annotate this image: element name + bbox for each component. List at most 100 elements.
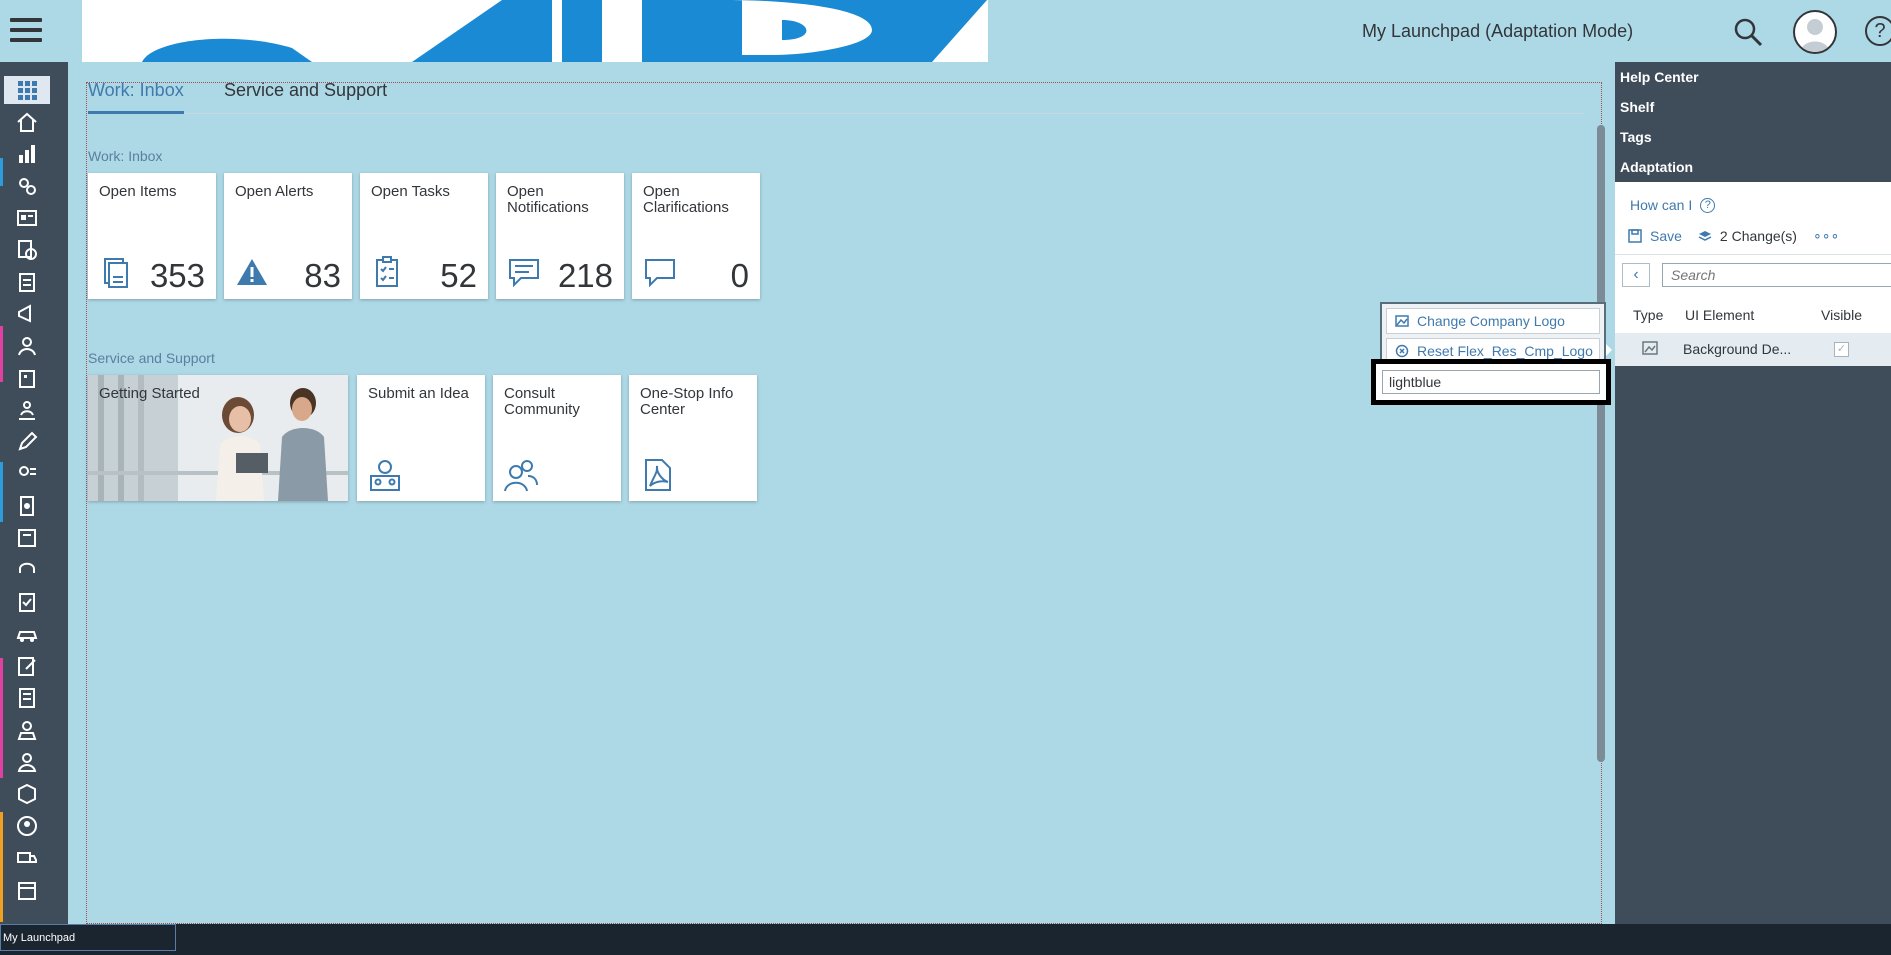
- tile-title: Open Alerts: [235, 183, 314, 200]
- person-icon[interactable]: [4, 332, 50, 360]
- tile-open-tasks[interactable]: Open Tasks 52: [360, 173, 488, 299]
- app-sidebar: [0, 62, 68, 924]
- tile-count: 353: [149, 257, 205, 294]
- visible-checkbox[interactable]: ✓: [1834, 342, 1849, 357]
- change-company-logo-menu-item[interactable]: Change Company Logo: [1386, 308, 1600, 334]
- image-icon: [1642, 341, 1658, 355]
- reset-logo-label: Reset Flex_Res_Cmp_Logo: [1417, 343, 1593, 359]
- employee-icon[interactable]: [4, 716, 50, 744]
- tile-consult-community[interactable]: Consult Community: [493, 375, 621, 501]
- more-options-icon[interactable]: ∘∘∘: [1813, 227, 1839, 244]
- pdf-icon: [645, 459, 671, 491]
- help-center-link[interactable]: Help Center: [1620, 69, 1699, 85]
- column-header-ui-element: UI Element: [1685, 307, 1755, 323]
- save-icon: [1628, 228, 1642, 243]
- checklist-icon[interactable]: [4, 588, 50, 616]
- tile-count: 218: [557, 257, 613, 294]
- truck-icon[interactable]: [4, 844, 50, 872]
- calendar-icon[interactable]: [4, 876, 50, 904]
- search-icon[interactable]: [1733, 17, 1763, 47]
- how-can-i-link[interactable]: How can I ?: [1630, 197, 1716, 213]
- globe-document-icon[interactable]: [4, 236, 50, 264]
- tile-title: Open Items: [99, 183, 177, 200]
- document-money-icon[interactable]: [4, 492, 50, 520]
- apps-grid-icon[interactable]: [4, 76, 50, 104]
- receipt-icon[interactable]: [4, 684, 50, 712]
- tile-open-notifications[interactable]: Open Notifications 218: [496, 173, 624, 299]
- settings-icon[interactable]: [4, 172, 50, 200]
- tile-title: Getting Started: [99, 385, 200, 402]
- help-icon[interactable]: ?: [1865, 16, 1891, 46]
- shelf-link[interactable]: Shelf: [1620, 99, 1654, 115]
- tile-title: Submit an Idea: [368, 385, 469, 402]
- workspace-scrollbar[interactable]: [1597, 125, 1605, 762]
- changes-label: 2 Change(s): [1719, 227, 1797, 244]
- group-icon[interactable]: [4, 396, 50, 424]
- headset-icon[interactable]: [4, 556, 50, 584]
- invoice-icon[interactable]: [4, 524, 50, 552]
- company-logo: [82, 0, 988, 62]
- car-icon[interactable]: [4, 620, 50, 648]
- section-title-work-inbox: Work: Inbox: [88, 148, 163, 164]
- user-avatar-icon[interactable]: [1793, 10, 1837, 54]
- menu-arrow-icon: [1606, 344, 1612, 356]
- tile-one-stop-info[interactable]: One-Stop Info Center: [629, 375, 757, 501]
- how-can-i-label: How can I: [1630, 197, 1693, 213]
- document-icon: [104, 258, 128, 288]
- message-icon: [645, 259, 675, 288]
- tile-title: Open Clarifications: [643, 183, 729, 216]
- element-search-input[interactable]: [1662, 263, 1891, 287]
- person-list-icon[interactable]: [4, 460, 50, 488]
- signature-icon[interactable]: [4, 652, 50, 680]
- hamburger-menu-icon[interactable]: [10, 18, 42, 44]
- megaphone-icon[interactable]: [4, 300, 50, 328]
- tile-getting-started[interactable]: Getting Started: [88, 375, 348, 501]
- tile-open-items[interactable]: Open Items 353: [88, 173, 216, 299]
- building-icon[interactable]: [4, 364, 50, 392]
- change-company-logo-label: Change Company Logo: [1417, 313, 1565, 329]
- taskbar: My Launchpad: [0, 924, 1891, 955]
- layers-icon: [1698, 230, 1712, 241]
- taskbar-item-my-launchpad[interactable]: My Launchpad: [0, 924, 176, 951]
- community-icon: [504, 460, 538, 492]
- tile-open-alerts[interactable]: Open Alerts 83: [224, 173, 352, 299]
- tab-service-and-support[interactable]: Service and Support: [224, 80, 387, 111]
- tab-bar: Work: Inbox Service and Support: [88, 78, 1584, 114]
- alert-icon: [237, 259, 267, 285]
- column-header-visible: Visible: [1821, 307, 1862, 323]
- tab-work-inbox[interactable]: Work: Inbox: [88, 80, 184, 114]
- reset-icon: [1395, 344, 1409, 358]
- home-icon[interactable]: [4, 108, 50, 136]
- task-icon: [376, 256, 398, 287]
- tile-open-clarifications[interactable]: Open Clarifications 0: [632, 173, 760, 299]
- adaptation-link[interactable]: Adaptation: [1620, 159, 1693, 175]
- clipboard-icon[interactable]: [4, 268, 50, 296]
- shell-header: My Launchpad (Adaptation Mode) ?: [0, 0, 1891, 62]
- tile-count: 83: [304, 257, 341, 294]
- color-input-frame: [1371, 359, 1611, 405]
- page-title: My Launchpad (Adaptation Mode): [1362, 21, 1634, 41]
- sidebar-color-strip: [0, 326, 3, 382]
- id-card-icon[interactable]: [4, 204, 50, 232]
- manager-icon[interactable]: [4, 748, 50, 776]
- idea-icon: [370, 460, 400, 491]
- tile-title: One-Stop Info Center: [640, 385, 734, 418]
- panel-divider: [1615, 254, 1891, 255]
- ui-element-name: Background De...: [1683, 341, 1792, 357]
- save-label: Save: [1650, 227, 1682, 244]
- sidebar-color-strip: [0, 812, 3, 922]
- package-icon[interactable]: [4, 780, 50, 808]
- edit-icon[interactable]: [4, 428, 50, 456]
- sidebar-color-strip: [0, 658, 3, 778]
- back-chevron-icon[interactable]: ‹: [1622, 263, 1650, 287]
- contact-icon[interactable]: [4, 812, 50, 840]
- sidebar-color-strip: [0, 158, 3, 186]
- background-color-input[interactable]: [1382, 370, 1600, 394]
- sidebar-color-strip: [0, 462, 3, 522]
- save-button[interactable]: Save: [1628, 228, 1682, 244]
- changes-button[interactable]: 2 Change(s): [1698, 228, 1797, 244]
- notification-icon: [509, 259, 539, 288]
- tags-link[interactable]: Tags: [1620, 129, 1652, 145]
- tile-submit-idea[interactable]: Submit an Idea: [357, 375, 485, 501]
- bar-chart-icon[interactable]: [4, 140, 50, 168]
